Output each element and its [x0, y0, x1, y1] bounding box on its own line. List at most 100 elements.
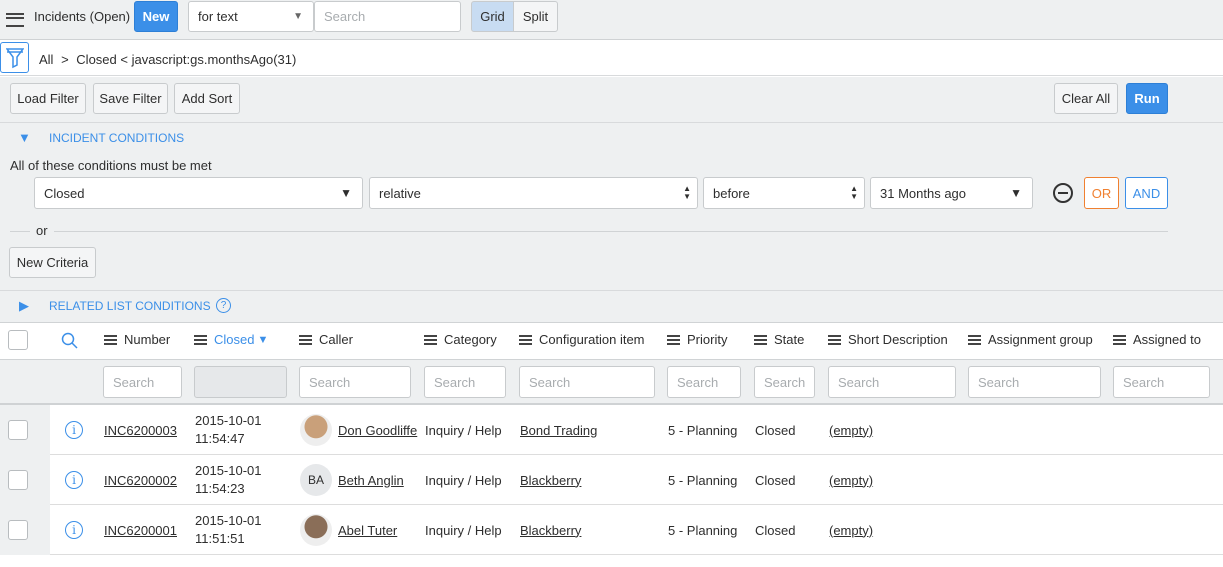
- column-search-input[interactable]: Search: [424, 366, 506, 398]
- condition-field-select[interactable]: Closed ▼: [34, 177, 363, 209]
- configuration-item-link[interactable]: Bond Trading: [520, 423, 597, 438]
- divider: [0, 290, 1223, 291]
- column-header-assignment-group[interactable]: Assignment group: [968, 332, 1093, 347]
- closed-date: 2015-10-01 11:51:51: [195, 505, 262, 555]
- search-input[interactable]: Search: [314, 1, 461, 32]
- load-filter-button[interactable]: Load Filter: [10, 83, 86, 114]
- search-placeholder: Search: [1123, 374, 1165, 390]
- closed-date-day: 2015-10-01: [195, 413, 262, 428]
- expand-triangle-icon[interactable]: ▶: [19, 298, 29, 314]
- column-search-input[interactable]: Search: [968, 366, 1101, 398]
- incident-number-link[interactable]: INC6200002: [104, 473, 177, 488]
- column-header-category[interactable]: Category: [424, 332, 497, 347]
- search-field-value: for text: [198, 9, 238, 24]
- breadcrumb-separator: >: [61, 52, 69, 67]
- condition-relation-value: before: [713, 185, 750, 201]
- or-button[interactable]: OR: [1084, 177, 1119, 209]
- column-header-label: Closed: [214, 332, 255, 347]
- short-description-link[interactable]: (empty): [829, 473, 873, 488]
- search-icon[interactable]: [61, 332, 79, 350]
- column-search-input[interactable]: Search: [1113, 366, 1210, 398]
- column-menu-icon[interactable]: [1113, 334, 1126, 345]
- incident-number-link[interactable]: INC6200003: [104, 423, 177, 438]
- add-sort-button[interactable]: Add Sort: [174, 83, 240, 114]
- column-header-label: State: [774, 332, 805, 347]
- avatar: [300, 414, 332, 446]
- condition-value-select[interactable]: 31 Months ago ▼: [870, 177, 1033, 209]
- info-icon[interactable]: i: [65, 521, 83, 539]
- column-search-input[interactable]: Search: [103, 366, 182, 398]
- info-icon[interactable]: i: [65, 421, 83, 439]
- help-icon[interactable]: ?: [216, 298, 231, 313]
- search-placeholder: Search: [434, 374, 476, 390]
- list-header: [0, 0, 1223, 40]
- search-placeholder: Search: [677, 374, 719, 390]
- column-header-number[interactable]: Number: [104, 332, 170, 347]
- column-header-short-description[interactable]: Short Description: [828, 332, 948, 347]
- split-toggle[interactable]: Split: [513, 1, 558, 32]
- breadcrumb: All > Closed < javascript:gs.monthsAgo(3…: [39, 52, 296, 67]
- column-menu-icon[interactable]: [424, 334, 437, 345]
- column-header-label: Configuration item: [539, 332, 645, 347]
- row-checkbox[interactable]: [8, 470, 28, 490]
- column-search-input[interactable]: Search: [754, 366, 815, 398]
- and-button[interactable]: AND: [1125, 177, 1168, 209]
- search-placeholder: Search: [978, 374, 1020, 390]
- column-search-input[interactable]: Search: [828, 366, 956, 398]
- column-header-configuration-item[interactable]: Configuration item: [519, 332, 645, 347]
- column-search-input[interactable]: Search: [667, 366, 741, 398]
- column-menu-icon[interactable]: [519, 334, 532, 345]
- search-placeholder: Search: [529, 374, 571, 390]
- column-menu-icon[interactable]: [968, 334, 981, 345]
- column-search-input[interactable]: Search: [299, 366, 411, 398]
- search-field-select[interactable]: for text ▼: [188, 1, 314, 32]
- column-header-priority[interactable]: Priority: [667, 332, 727, 347]
- priority: 5 - Planning: [668, 472, 738, 488]
- caller-link[interactable]: Beth Anglin: [338, 473, 404, 488]
- collapse-triangle-icon[interactable]: ▼: [18, 130, 31, 145]
- breadcrumb-all[interactable]: All: [39, 52, 53, 67]
- short-description-link[interactable]: (empty): [829, 523, 873, 538]
- info-icon[interactable]: i: [65, 471, 83, 489]
- condition-operator-select[interactable]: relative ▲ ▼: [369, 177, 698, 209]
- run-button[interactable]: Run: [1126, 83, 1168, 114]
- configuration-item-link[interactable]: Blackberry: [520, 523, 581, 538]
- column-header-closed[interactable]: Closed ▼: [194, 332, 268, 347]
- column-header-assigned-to[interactable]: Assigned to: [1113, 332, 1201, 347]
- configuration-item-link[interactable]: Blackberry: [520, 473, 581, 488]
- select-all-checkbox[interactable]: [8, 330, 28, 350]
- column-menu-icon[interactable]: [194, 334, 207, 345]
- column-header-label: Assignment group: [988, 332, 1093, 347]
- incident-number-link[interactable]: INC6200001: [104, 523, 177, 538]
- new-criteria-button[interactable]: New Criteria: [9, 247, 96, 278]
- new-button[interactable]: New: [134, 1, 178, 32]
- column-menu-icon[interactable]: [299, 334, 312, 345]
- list-title: Incidents (Open): [34, 9, 131, 24]
- table-row: i INC6200002 2015-10-01 11:54:23 BA Beth A…: [0, 455, 1223, 505]
- remove-condition-icon[interactable]: [1053, 183, 1073, 203]
- breadcrumb-condition[interactable]: Closed < javascript:gs.monthsAgo(31): [76, 52, 296, 67]
- search-placeholder: Search: [764, 374, 806, 390]
- column-search-input[interactable]: Search: [519, 366, 655, 398]
- column-menu-icon[interactable]: [104, 334, 117, 345]
- row-checkbox[interactable]: [8, 420, 28, 440]
- save-filter-button[interactable]: Save Filter: [93, 83, 168, 114]
- incident-conditions-title[interactable]: INCIDENT CONDITIONS: [49, 131, 184, 145]
- clear-all-button[interactable]: Clear All: [1054, 83, 1118, 114]
- column-header-state[interactable]: State: [754, 332, 804, 347]
- caller-link[interactable]: Don Goodliffe: [338, 423, 417, 438]
- column-menu-icon[interactable]: [754, 334, 767, 345]
- column-menu-icon[interactable]: [828, 334, 841, 345]
- short-description-link[interactable]: (empty): [829, 423, 873, 438]
- updown-icon: ▲ ▼: [850, 184, 858, 201]
- column-header-label: Short Description: [848, 332, 948, 347]
- filter-toggle[interactable]: [0, 42, 29, 73]
- caller-link[interactable]: Abel Tuter: [338, 523, 397, 538]
- row-checkbox[interactable]: [8, 520, 28, 540]
- related-list-conditions-title[interactable]: RELATED LIST CONDITIONS: [49, 299, 211, 313]
- column-header-caller[interactable]: Caller: [299, 332, 353, 347]
- column-menu-icon[interactable]: [667, 334, 680, 345]
- grid-toggle[interactable]: Grid: [471, 1, 514, 32]
- condition-relation-select[interactable]: before ▲ ▼: [703, 177, 865, 209]
- menu-icon[interactable]: [6, 12, 24, 27]
